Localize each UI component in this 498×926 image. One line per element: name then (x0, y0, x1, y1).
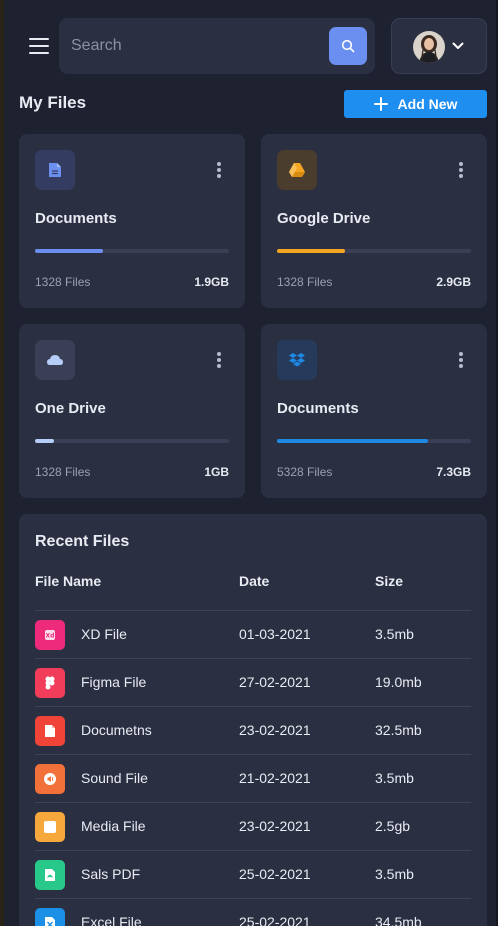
storage-card-dropbox[interactable]: Documents 5328 Files 7.3GB (261, 324, 487, 498)
document-icon (49, 163, 61, 177)
more-options-icon[interactable] (459, 162, 463, 178)
table-row[interactable]: Figma File 27-02-2021 19.0mb (19, 659, 487, 707)
search-input[interactable] (71, 18, 321, 74)
add-new-button[interactable]: Add New (344, 90, 487, 118)
pdf-file-icon (45, 869, 55, 881)
file-size: 3.5mb (375, 866, 414, 882)
document-file-icon (45, 725, 55, 737)
file-name: Excel File (81, 914, 142, 926)
storage-file-count: 1328 Files (35, 275, 91, 289)
file-date: 21-02-2021 (239, 770, 311, 786)
more-options-icon[interactable] (217, 352, 221, 368)
file-type-badge (35, 716, 65, 746)
figma-icon (45, 676, 55, 690)
file-size: 19.0mb (375, 674, 422, 690)
cloud-icon (47, 355, 63, 365)
avatar (413, 31, 445, 63)
file-date: 23-02-2021 (239, 818, 311, 834)
column-header-file-name[interactable]: File Name (35, 573, 101, 589)
file-type-badge (35, 668, 65, 698)
table-row[interactable]: Excel File 25-02-2021 34.5mb (19, 899, 487, 926)
storage-size: 1GB (204, 465, 229, 479)
column-header-date[interactable]: Date (239, 573, 269, 589)
plus-icon (373, 97, 388, 111)
file-type-badge (35, 860, 65, 890)
left-edge (0, 0, 4, 926)
storage-card-one-drive[interactable]: One Drive 1328 Files 1GB (19, 324, 245, 498)
table-row[interactable]: Xd XD File 01-03-2021 3.5mb (19, 611, 487, 659)
file-type-badge (35, 908, 65, 926)
file-size: 3.5mb (375, 626, 414, 642)
storage-card-name: Documents (277, 400, 359, 417)
excel-file-icon (45, 917, 55, 926)
storage-card-tile (277, 340, 317, 380)
recent-files-panel: Recent Files File Name Date Size Xd XD F… (19, 514, 487, 926)
file-name: Media File (81, 818, 146, 834)
file-date: 27-02-2021 (239, 674, 311, 690)
file-size: 2.5gb (375, 818, 411, 834)
recent-files-title: Recent Files (35, 533, 130, 550)
storage-progress-track (277, 439, 471, 443)
my-files-title: My Files (19, 93, 87, 112)
storage-card-documents[interactable]: Documents 1328 Files 1.9GB (19, 134, 245, 308)
storage-card-tile (35, 340, 75, 380)
table-row[interactable]: Sals PDF 25-02-2021 3.5mb (19, 851, 487, 899)
file-name: Documetns (81, 722, 152, 738)
storage-progress-track (35, 249, 229, 253)
storage-card-name: Google Drive (277, 210, 371, 227)
storage-progress-fill (35, 439, 55, 443)
storage-file-count: 5328 Files (277, 465, 333, 479)
storage-file-count: 1328 Files (35, 465, 91, 479)
storage-progress-track (277, 249, 471, 253)
svg-text:Xd: Xd (46, 633, 55, 640)
storage-card-tile (35, 150, 75, 190)
file-type-badge (35, 764, 65, 794)
file-type-badge (35, 812, 65, 842)
file-type-badge: Xd (35, 620, 65, 650)
media-file-icon (44, 821, 56, 833)
storage-size: 2.9GB (436, 275, 471, 289)
storage-card-name: One Drive (35, 400, 106, 417)
storage-card-tile (277, 150, 317, 190)
dropbox-icon (289, 353, 305, 367)
file-name: XD File (81, 626, 127, 642)
storage-file-count: 1328 Files (277, 275, 333, 289)
file-size: 32.5mb (375, 722, 422, 738)
storage-card-name: Documents (35, 210, 117, 227)
file-date: 25-02-2021 (239, 866, 311, 882)
file-date: 23-02-2021 (239, 722, 311, 738)
more-options-icon[interactable] (459, 352, 463, 368)
add-new-label: Add New (397, 96, 458, 112)
file-size: 34.5mb (375, 914, 422, 926)
search-icon (341, 39, 355, 53)
sound-file-icon (44, 773, 56, 785)
file-date: 25-02-2021 (239, 914, 311, 926)
google-drive-icon (289, 163, 305, 177)
column-header-size[interactable]: Size (375, 573, 403, 589)
file-name: Figma File (81, 674, 147, 690)
table-row[interactable]: Sound File 21-02-2021 3.5mb (19, 755, 487, 803)
table-row[interactable]: Documetns 23-02-2021 32.5mb (19, 707, 487, 755)
file-size: 3.5mb (375, 770, 414, 786)
storage-size: 1.9GB (194, 275, 229, 289)
storage-progress-track (35, 439, 229, 443)
search-button[interactable] (329, 27, 367, 65)
storage-progress-fill (35, 249, 103, 253)
storage-card-google-drive[interactable]: Google Drive 1328 Files 2.9GB (261, 134, 487, 308)
menu-icon[interactable] (29, 38, 49, 54)
table-row[interactable]: Media File 23-02-2021 2.5gb (19, 803, 487, 851)
file-date: 01-03-2021 (239, 626, 311, 642)
file-name: Sals PDF (81, 866, 141, 882)
file-name: Sound File (81, 770, 148, 786)
storage-size: 7.3GB (436, 465, 471, 479)
storage-progress-fill (277, 249, 345, 253)
more-options-icon[interactable] (217, 162, 221, 178)
chevron-down-icon (452, 42, 464, 49)
profile-menu[interactable] (391, 18, 487, 74)
xd-file-icon: Xd (45, 630, 55, 640)
search-bar (59, 18, 375, 74)
storage-progress-fill (277, 439, 429, 443)
